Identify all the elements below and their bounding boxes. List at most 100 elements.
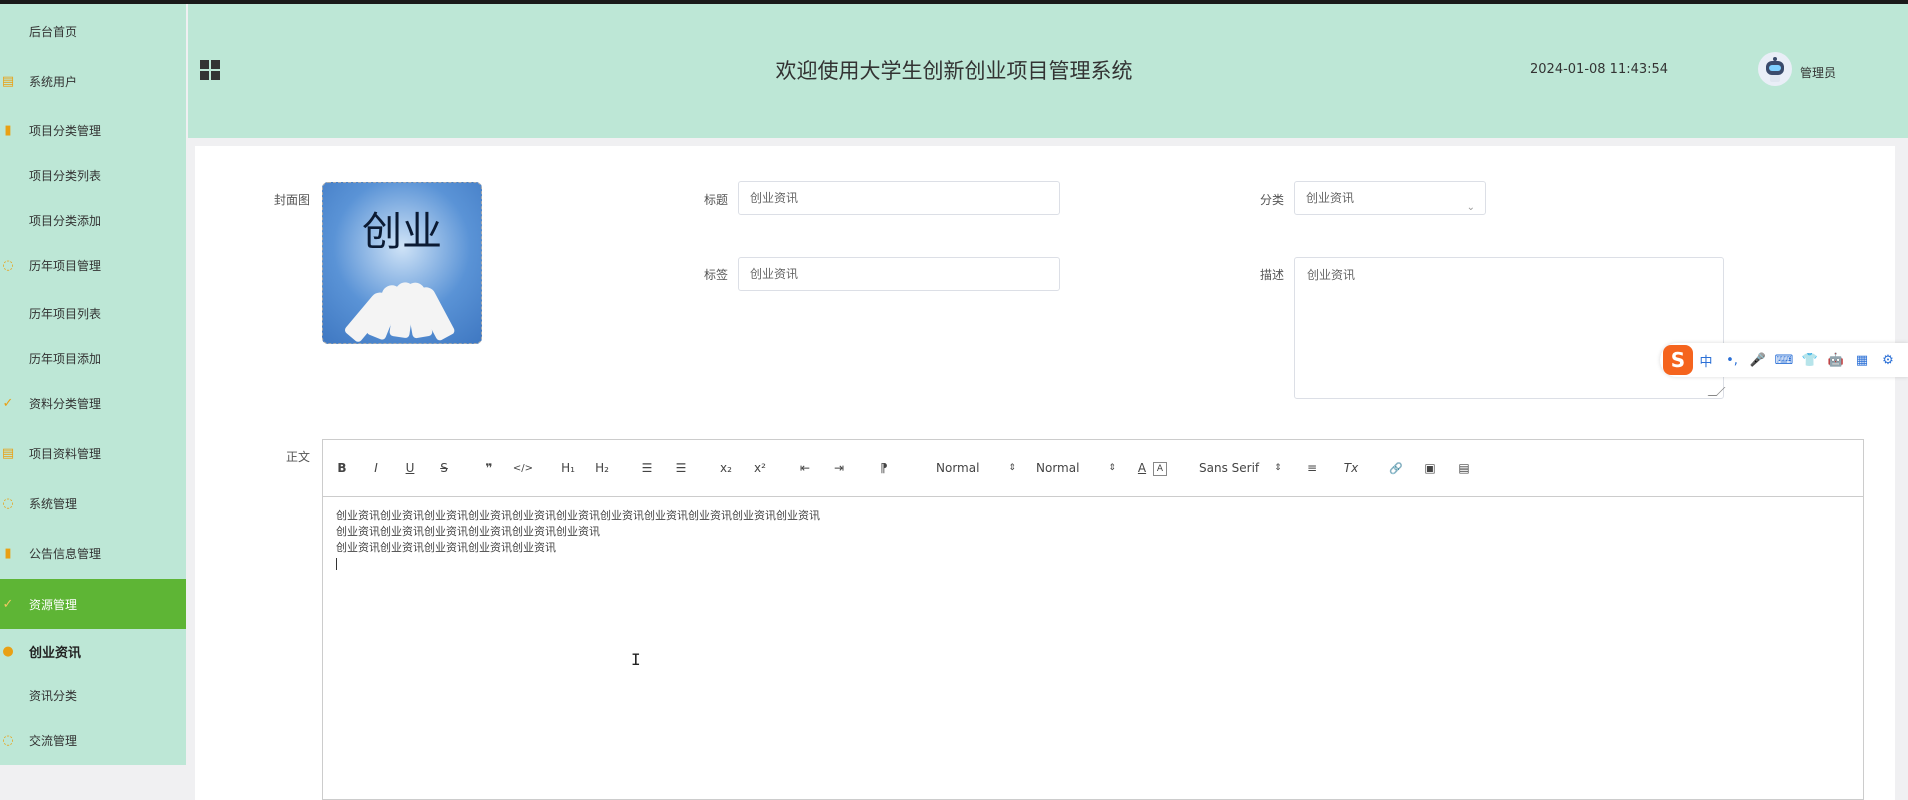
- sidebar-item-label: 历年项目添加: [29, 351, 102, 366]
- sidebar-item-resources[interactable]: ✓ 资源管理: [0, 579, 186, 629]
- sidebar-item-label: 交流管理: [29, 733, 78, 748]
- category-label: 分类: [1259, 193, 1284, 207]
- bar-chart-icon: ▮: [4, 545, 12, 561]
- header-select-value: Normal: [1036, 461, 1080, 475]
- ime-settings-icon[interactable]: ⚙: [1875, 353, 1901, 368]
- ime-apps-icon[interactable]: ▦: [1849, 353, 1875, 368]
- category-select-value: 创业资讯: [1306, 191, 1355, 205]
- sidebar-item-home[interactable]: 后台首页: [0, 11, 186, 51]
- cover-label: 封面图: [273, 193, 310, 207]
- content-line: 创业资讯创业资讯创业资讯创业资讯创业资讯: [336, 541, 556, 554]
- sidebar: 后台首页 ▤ 系统用户 ▮ 项目分类管理 项目分类列表 项目分类添加 ◌ 历年项…: [0, 4, 186, 765]
- ime-assistant-icon[interactable]: 🤖: [1823, 353, 1849, 368]
- content-line: 创业资讯创业资讯创业资讯创业资讯创业资讯创业资讯创业资讯创业资讯创业资讯创业资讯…: [336, 509, 820, 522]
- chat-icon: ◌: [2, 257, 14, 273]
- h1-button[interactable]: H₁: [557, 458, 579, 478]
- updown-arrow-icon: ⇕: [1108, 463, 1116, 473]
- code-button[interactable]: </>: [512, 458, 534, 478]
- chevron-down-icon: ⌄: [1466, 202, 1475, 213]
- description-label: 描述: [1259, 268, 1284, 282]
- updown-arrow-icon: ⇕: [1008, 463, 1016, 473]
- ime-keyboard-icon[interactable]: ⌨: [1771, 353, 1797, 368]
- video-button[interactable]: ▤: [1453, 458, 1475, 478]
- sidebar-item-past-projects[interactable]: ◌ 历年项目管理: [0, 245, 186, 285]
- text-caret: [336, 558, 337, 570]
- avatar[interactable]: [1758, 52, 1792, 86]
- h2-button[interactable]: H₂: [591, 458, 613, 478]
- datetime-display: 2024-01-08 11:43:54: [1530, 62, 1669, 77]
- content-line: 创业资讯创业资讯创业资讯创业资讯创业资讯创业资讯: [336, 525, 600, 538]
- rich-text-editor: B I U S ❞ </> H₁ H₂ ☰ ☰ x₂ x² ⇤ ⇥ ⁋ Norm…: [322, 439, 1864, 800]
- bold-button[interactable]: B: [331, 458, 353, 478]
- size-select-value: Normal: [936, 461, 980, 475]
- tags-input[interactable]: 创业资讯: [738, 257, 1060, 291]
- subscript-button[interactable]: x₂: [715, 458, 737, 478]
- location-icon: ●: [2, 643, 14, 659]
- ime-chinese-mode-button[interactable]: 中: [1693, 351, 1719, 370]
- cover-image-text: 创业: [362, 209, 442, 255]
- sidebar-item-past-projects-add[interactable]: 历年项目添加: [0, 338, 186, 378]
- ime-skin-icon[interactable]: 👕: [1797, 353, 1823, 368]
- background-color-button[interactable]: A: [1153, 462, 1167, 476]
- cover-image[interactable]: 创业: [322, 182, 482, 344]
- quote-button[interactable]: ❞: [478, 458, 500, 478]
- sidebar-item-label: 后台首页: [29, 24, 78, 39]
- sidebar-item-label: 项目分类管理: [29, 123, 102, 138]
- outdent-button[interactable]: ⇤: [794, 458, 816, 478]
- sidebar-item-label: 项目资料管理: [29, 446, 102, 461]
- username-label[interactable]: 管理员: [1800, 64, 1836, 81]
- sidebar-item-project-material[interactable]: ▤ 项目资料管理: [0, 433, 186, 473]
- sogou-logo-icon[interactable]: S: [1663, 345, 1693, 375]
- check-circle-icon: ✓: [2, 395, 14, 411]
- link-button[interactable]: 🔗: [1385, 458, 1407, 478]
- category-select[interactable]: 创业资讯 ⌄: [1294, 181, 1486, 215]
- description-textarea[interactable]: 创业资讯: [1294, 257, 1726, 399]
- list-icon: ▤: [1, 445, 15, 461]
- align-button[interactable]: ≡: [1301, 458, 1323, 478]
- sidebar-item-communication[interactable]: ◌ 交流管理: [0, 720, 186, 760]
- editor-toolbar: B I U S ❞ </> H₁ H₂ ☰ ☰ x₂ x² ⇤ ⇥ ⁋ Norm…: [323, 440, 1863, 497]
- sidebar-item-past-projects-list[interactable]: 历年项目列表: [0, 293, 186, 333]
- chat-icon: ◌: [2, 495, 14, 511]
- sidebar-item-project-category[interactable]: ▮ 项目分类管理: [0, 110, 186, 150]
- font-color-button[interactable]: A: [1131, 458, 1153, 478]
- title-input[interactable]: 创业资讯: [738, 181, 1060, 215]
- bullet-list-button[interactable]: ☰: [670, 458, 692, 478]
- size-select[interactable]: Normal ⇕: [936, 458, 1026, 478]
- sidebar-item-label: 项目分类添加: [29, 213, 102, 228]
- underline-button[interactable]: U: [399, 458, 421, 478]
- sidebar-item-label: 项目分类列表: [29, 168, 102, 183]
- resize-handle-icon[interactable]: [1707, 387, 1726, 396]
- ime-punctuation-icon[interactable]: •,: [1719, 353, 1745, 368]
- updown-arrow-icon: ⇕: [1274, 463, 1282, 473]
- sidebar-item-project-category-list[interactable]: 项目分类列表: [0, 155, 186, 195]
- ordered-list-button[interactable]: ☰: [636, 458, 658, 478]
- indent-button[interactable]: ⇥: [828, 458, 850, 478]
- italic-button[interactable]: I: [365, 458, 387, 478]
- sidebar-item-label: 资源管理: [29, 597, 78, 612]
- sidebar-item-label: 资讯分类: [29, 688, 78, 703]
- strike-button[interactable]: S: [433, 458, 455, 478]
- sidebar-item-label: 资料分类管理: [29, 396, 102, 411]
- sidebar-item-label: 创业资讯: [29, 645, 82, 661]
- header-select[interactable]: Normal ⇕: [1036, 458, 1126, 478]
- font-select[interactable]: Sans Serif ⇕: [1199, 458, 1299, 478]
- image-button[interactable]: ▣: [1419, 458, 1441, 478]
- clean-format-button[interactable]: Tx: [1340, 458, 1362, 478]
- ime-toolbar: S 中 •, 🎤 ⌨ 👕 🤖 ▦ ⚙: [1660, 343, 1908, 377]
- superscript-button[interactable]: x²: [749, 458, 771, 478]
- sidebar-item-label: 系统管理: [29, 496, 78, 511]
- sidebar-item-system-manage[interactable]: ◌ 系统管理: [0, 483, 186, 523]
- sidebar-item-project-category-add[interactable]: 项目分类添加: [0, 200, 186, 240]
- editor-content[interactable]: 创业资讯创业资讯创业资讯创业资讯创业资讯创业资讯创业资讯创业资讯创业资讯创业资讯…: [336, 508, 820, 570]
- sidebar-item-label: 公告信息管理: [29, 546, 102, 561]
- description-value: 创业资讯: [1307, 268, 1356, 282]
- sidebar-item-material-category[interactable]: ✓ 资料分类管理: [0, 383, 186, 423]
- sidebar-item-announcement[interactable]: ▮ 公告信息管理: [0, 533, 186, 573]
- sidebar-item-startup-news[interactable]: ● 创业资讯: [0, 631, 186, 671]
- tags-label: 标签: [703, 268, 728, 282]
- sidebar-item-news-category[interactable]: 资讯分类: [0, 675, 186, 715]
- text-direction-button[interactable]: ⁋: [873, 458, 895, 478]
- ime-voice-icon[interactable]: 🎤: [1745, 353, 1771, 368]
- title-label: 标题: [703, 193, 728, 207]
